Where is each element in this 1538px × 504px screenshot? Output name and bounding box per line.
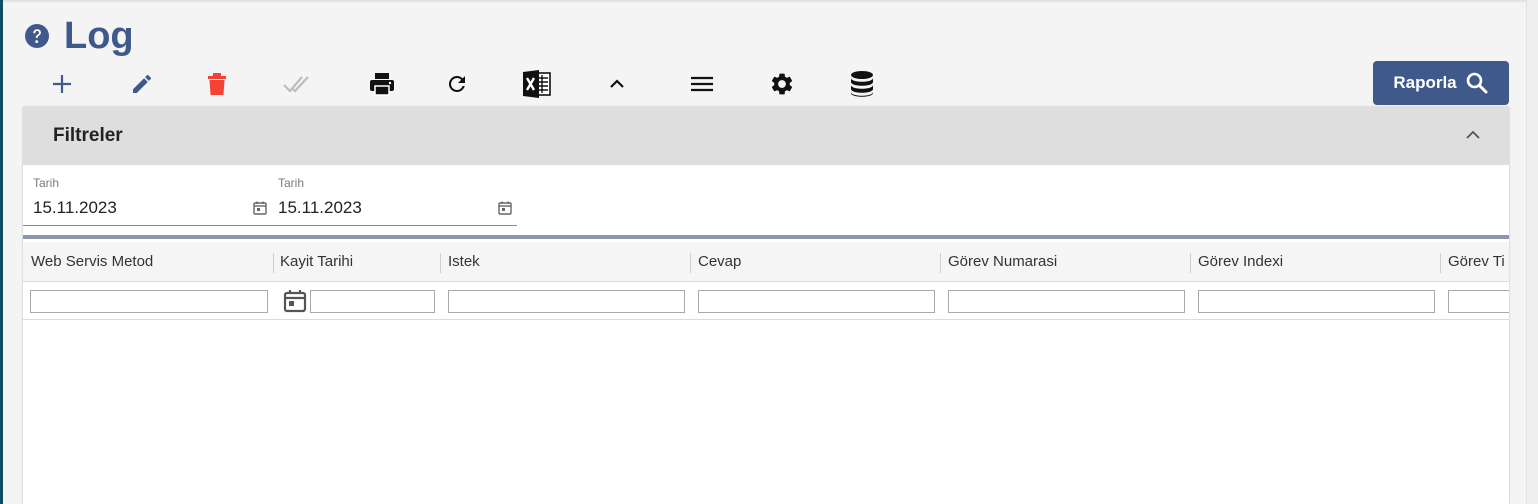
- chevron-up-icon[interactable]: [1463, 125, 1483, 145]
- main-panel: Filtreler Tarih 15.11.2023 Tarih 15.11.2…: [23, 107, 1509, 504]
- pencil-icon: [133, 74, 152, 93]
- calendar-icon[interactable]: [282, 288, 308, 314]
- filter-input-cevap[interactable]: [698, 290, 935, 313]
- grid-filter-row: [23, 282, 1509, 320]
- filter-input-gorev-tipi[interactable]: [1448, 290, 1509, 313]
- filter-input-gorev-numarasi[interactable]: [948, 290, 1185, 313]
- column-header-gorev-indexi[interactable]: Görev Indexi: [1198, 242, 1283, 281]
- column-header-gorev-numarasi[interactable]: Görev Numarasi: [948, 242, 1057, 281]
- refresh-button[interactable]: [417, 64, 497, 104]
- search-icon: [1466, 72, 1488, 94]
- calendar-icon[interactable]: [497, 200, 513, 216]
- double-check-icon: [283, 76, 309, 93]
- column-resizer[interactable]: [273, 253, 274, 273]
- filter-input-web-servis-metod[interactable]: [30, 290, 268, 313]
- start-date-label: Tarih: [33, 176, 60, 190]
- gear-icon: [771, 73, 793, 95]
- filter-input-kayit-tarihi[interactable]: [310, 290, 435, 313]
- start-date-field[interactable]: Tarih 15.11.2023: [23, 176, 272, 226]
- grid-header-row: Web Servis Metod Kayit Tarihi Istek Ceva…: [23, 242, 1509, 282]
- delete-button[interactable]: [177, 64, 257, 104]
- settings-button[interactable]: [742, 64, 822, 104]
- filter-input-gorev-indexi[interactable]: [1198, 290, 1435, 313]
- report-button-label: Raporla: [1393, 73, 1457, 92]
- window-left-edge: [0, 0, 3, 504]
- filter-input-istek[interactable]: [448, 290, 685, 313]
- refresh-icon: [448, 75, 465, 92]
- grid-top-border: [23, 235, 1509, 239]
- print-button[interactable]: [342, 64, 422, 104]
- end-date-value[interactable]: 15.11.2023: [278, 198, 362, 218]
- scrollbar-track[interactable]: [1526, 0, 1538, 504]
- top-shadow: [3, 0, 1526, 3]
- calendar-icon[interactable]: [252, 200, 268, 216]
- database-button[interactable]: [822, 64, 902, 104]
- plus-icon: [53, 75, 71, 93]
- add-button[interactable]: [22, 64, 102, 104]
- start-date-value[interactable]: 15.11.2023: [33, 198, 117, 218]
- page-title: Log: [64, 15, 134, 57]
- chevron-up-icon: [610, 79, 624, 88]
- end-date-field[interactable]: Tarih 15.11.2023: [268, 176, 517, 226]
- filter-panel-title: Filtreler: [53, 125, 123, 146]
- column-header-web-servis-metod[interactable]: Web Servis Metod: [31, 242, 153, 281]
- report-button[interactable]: Raporla: [1373, 61, 1509, 105]
- column-resizer[interactable]: [1190, 253, 1191, 273]
- column-resizer[interactable]: [690, 253, 691, 273]
- excel-icon: [523, 70, 551, 98]
- column-header-cevap[interactable]: Cevap: [698, 242, 741, 281]
- end-date-label: Tarih: [278, 176, 305, 190]
- help-circle-icon[interactable]: [24, 23, 50, 49]
- page-header: Log: [24, 14, 134, 58]
- hamburger-menu-icon: [691, 76, 713, 92]
- printer-icon: [370, 73, 394, 96]
- approve-button[interactable]: [257, 64, 337, 104]
- edit-button[interactable]: [102, 64, 182, 104]
- column-header-istek[interactable]: Istek: [448, 242, 480, 281]
- column-header-kayit-tarihi[interactable]: Kayit Tarihi: [280, 242, 353, 281]
- collapse-toolbar-button[interactable]: [577, 64, 657, 104]
- column-header-gorev-tipi[interactable]: Görev Ti: [1448, 242, 1505, 281]
- database-icon: [851, 71, 873, 97]
- grid-body: [23, 321, 1509, 504]
- menu-button[interactable]: [662, 64, 742, 104]
- column-resizer[interactable]: [940, 253, 941, 273]
- column-resizer[interactable]: [440, 253, 441, 273]
- excel-export-button[interactable]: [497, 64, 577, 104]
- filter-panel-header[interactable]: Filtreler: [23, 107, 1509, 165]
- trash-icon: [208, 73, 226, 95]
- column-resizer[interactable]: [1440, 253, 1441, 273]
